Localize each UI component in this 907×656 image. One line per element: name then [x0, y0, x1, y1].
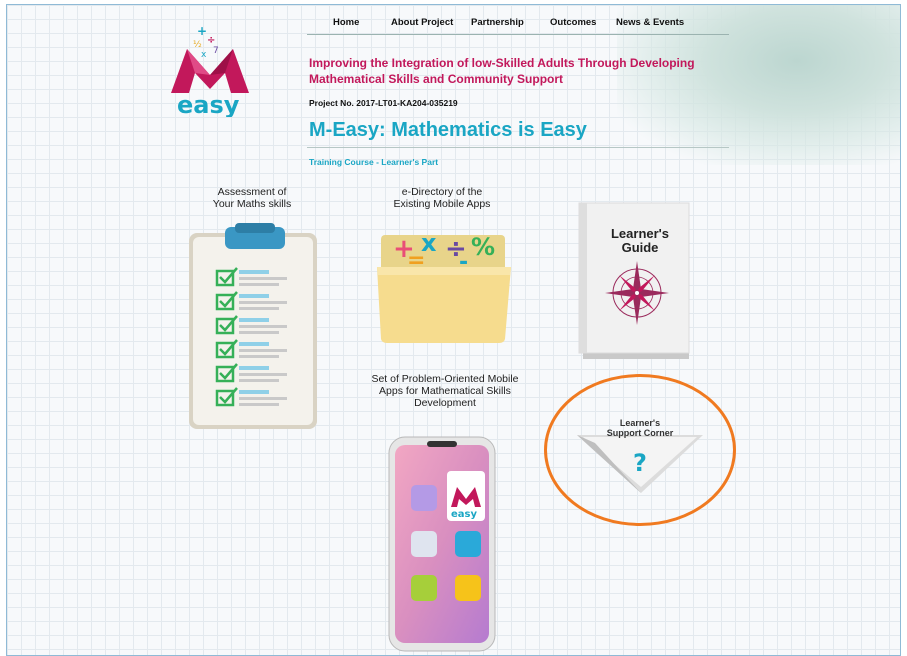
svg-text:easy: easy [451, 509, 477, 520]
directory-label: e-Directory of the Existing Mobile Apps [393, 186, 491, 210]
svg-text:%: % [471, 233, 495, 261]
smartphone-icon: easy [388, 436, 496, 652]
nav-divider [307, 34, 729, 35]
directory-folder-button[interactable]: + x ÷ % = - [371, 227, 517, 345]
page-title: M-Easy: Mathematics is Easy [309, 119, 587, 141]
clipboard-icon [189, 223, 317, 429]
svg-text:÷: ÷ [207, 35, 215, 46]
mobile-apps-label: Set of Problem-Oriented Mobile Apps for … [371, 373, 519, 409]
top-nav: Home About Project Partnership Outcomes … [307, 17, 727, 35]
nav-about-project[interactable]: About Project [391, 17, 453, 28]
nav-home[interactable]: Home [333, 17, 359, 28]
project-number: Project No. 2017-LT01-KA204-035219 [309, 98, 458, 108]
logo-graphic: + ÷ ½ 7 x easy [171, 24, 249, 119]
nav-outcomes[interactable]: Outcomes [550, 17, 596, 28]
svg-text:½: ½ [193, 40, 202, 50]
mobile-apps-phone-button[interactable]: easy [387, 435, 497, 653]
svg-text:+: + [197, 24, 207, 38]
nav-partnership[interactable]: Partnership [471, 17, 524, 28]
title-divider [307, 147, 729, 148]
guide-book-icon [578, 202, 690, 359]
svg-text:7: 7 [213, 46, 219, 56]
support-highlight-circle [544, 374, 736, 526]
m-easy-logo[interactable]: + ÷ ½ 7 x easy [167, 23, 253, 119]
folder-icon: + x ÷ % = - [377, 229, 511, 343]
page-frame: Home About Project Partnership Outcomes … [6, 4, 901, 656]
nav-news-events[interactable]: News & Events [616, 17, 684, 28]
svg-text:x: x [201, 50, 207, 60]
project-tagline: Improving the Integration of low-Skilled… [309, 56, 695, 86]
assessment-clipboard-button[interactable] [183, 221, 325, 431]
page-subtitle: Training Course - Learner's Part [309, 157, 439, 167]
svg-text:easy: easy [177, 91, 240, 117]
assessment-label: Assessment of Your Maths skills [212, 186, 292, 210]
learners-guide-button[interactable] [577, 201, 695, 361]
learners-guide-label: Learner's Guide [610, 226, 669, 255]
